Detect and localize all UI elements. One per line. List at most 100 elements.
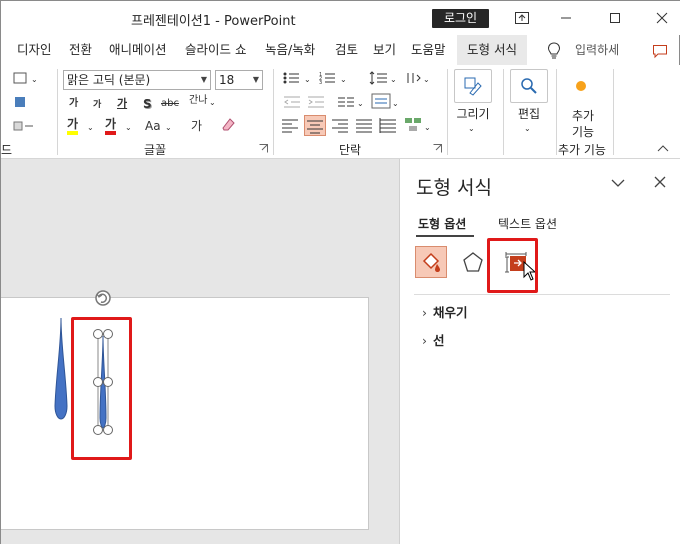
login-button[interactable]: 로그인 — [432, 9, 489, 28]
pane-close-icon[interactable] — [654, 176, 666, 191]
chevron-right-icon: › — [422, 305, 427, 320]
chevron-down-icon[interactable]: ⌄ — [357, 95, 364, 113]
clear-formatting-icon[interactable] — [219, 115, 237, 139]
ribbon-separator — [613, 69, 614, 155]
align-text-icon[interactable] — [371, 93, 391, 115]
fill-section-header[interactable]: › 채우기 — [422, 302, 468, 321]
size-properties-highlight-box — [487, 238, 538, 293]
section-icon[interactable] — [13, 119, 35, 139]
hanja-button[interactable]: 가 — [191, 117, 202, 135]
decrease-indent-icon[interactable] — [283, 95, 301, 115]
font-color-button[interactable]: 가 — [105, 117, 117, 135]
chevron-down-icon[interactable]: ⌄ — [468, 120, 475, 138]
reset-icon[interactable] — [13, 95, 27, 115]
ribbon-separator — [556, 69, 557, 155]
chevron-down-icon[interactable]: ⌄ — [392, 95, 399, 113]
change-case-button[interactable]: Aa — [145, 117, 161, 135]
pane-options-chevron-icon[interactable] — [610, 177, 626, 191]
line-section-label: 선 — [433, 333, 445, 348]
chevron-down-icon[interactable]: ⌄ — [87, 119, 94, 137]
numbering-icon[interactable]: 123 — [319, 71, 339, 91]
ribbon-separator — [503, 69, 504, 155]
minimize-icon[interactable] — [553, 6, 579, 30]
justify-icon[interactable] — [355, 117, 373, 139]
chevron-down-icon[interactable]: ⌄ — [304, 71, 311, 89]
chevron-down-icon[interactable]: ⌄ — [209, 94, 216, 112]
chevron-down-icon: ▼ — [252, 75, 259, 84]
char-spacing-button[interactable]: 간나 — [189, 92, 207, 110]
slide-editing-area — [1, 159, 399, 544]
comment-icon[interactable] — [652, 35, 668, 65]
increase-indent-icon[interactable] — [307, 95, 325, 115]
distributed-icon[interactable] — [379, 117, 397, 139]
tab-animations[interactable]: 애니메이션 — [109, 35, 167, 65]
tab-shape-options[interactable]: 도형 옵션 — [418, 215, 466, 232]
tab-record[interactable]: 녹음/녹화 — [265, 35, 315, 65]
line-spacing-icon[interactable] — [369, 71, 389, 91]
paragraph-group-label: 단락 — [339, 143, 362, 157]
text-direction-icon[interactable] — [405, 71, 423, 91]
align-right-icon[interactable] — [331, 117, 349, 139]
layout-dropdown-icon[interactable]: ⌄ — [31, 71, 38, 89]
svg-text:3: 3 — [319, 80, 322, 85]
align-left-icon[interactable] — [281, 117, 299, 139]
chevron-down-icon[interactable]: ⌄ — [340, 71, 347, 89]
tab-transitions[interactable]: 전환 — [69, 35, 92, 65]
ribbon-separator — [447, 69, 448, 155]
chevron-down-icon[interactable]: ⌄ — [390, 71, 397, 89]
collapse-ribbon-icon[interactable] — [657, 141, 669, 159]
font-dialog-launcher-icon[interactable] — [259, 141, 268, 159]
window-title: 프레젠테이션1 - PowerPoint — [131, 14, 296, 29]
slide-canvas[interactable] — [1, 290, 369, 530]
maximize-icon[interactable] — [602, 6, 628, 30]
ribbon-separator — [57, 69, 58, 155]
active-tab-underline — [416, 235, 474, 237]
shrink-font-button[interactable]: 가 — [93, 96, 101, 114]
font-name-combo[interactable]: 맑은 고딕 (본문) ▼ — [63, 70, 211, 90]
close-window-icon[interactable] — [649, 6, 675, 30]
drawing-button[interactable] — [454, 69, 492, 103]
format-shape-pane: 도형 서식 도형 옵션 텍스트 옵션 › 채우기 › 선 — [399, 159, 680, 544]
font-group-label: 글꼴 — [144, 143, 167, 157]
tab-view[interactable]: 보기 — [373, 35, 396, 65]
teardrop-shape[interactable] — [53, 316, 69, 422]
strikethrough-button[interactable]: abc — [161, 95, 179, 113]
editing-button[interactable] — [510, 69, 548, 103]
tab-design[interactable]: 디자인 — [17, 35, 52, 65]
slides-group-label: 드 — [1, 143, 13, 157]
tab-shape-format[interactable]: 도형 서식 — [457, 35, 527, 65]
ribbon-display-options-icon[interactable] — [509, 6, 535, 30]
smartart-icon[interactable] — [403, 115, 423, 139]
paragraph-dialog-launcher-icon[interactable] — [433, 141, 442, 159]
ribbon: ⌄ 드 맑은 고딕 (본문) ▼ 18 ▼ 가 가 가 S abc 간나 ⌄ 가… — [1, 65, 680, 159]
line-section-header[interactable]: › 선 — [422, 330, 445, 349]
tab-text-options[interactable]: 텍스트 옵션 — [498, 215, 557, 232]
font-size-combo[interactable]: 18 ▼ — [215, 70, 263, 90]
chevron-down-icon[interactable]: ⌄ — [125, 119, 132, 137]
effects-pentagon-icon[interactable] — [462, 251, 484, 276]
columns-icon[interactable] — [337, 95, 355, 115]
chevron-down-icon[interactable]: ⌄ — [165, 119, 172, 137]
bullets-icon[interactable] — [283, 71, 303, 91]
highlight-color-button[interactable]: 가 — [67, 117, 79, 135]
tab-help[interactable]: 도움말 — [411, 35, 446, 65]
font-size-value: 18 — [219, 73, 235, 87]
fill-line-icon[interactable] — [415, 246, 447, 278]
tell-me-search[interactable]: 입력하세 — [575, 35, 619, 65]
chevron-down-icon[interactable]: ⌄ — [524, 120, 531, 138]
tab-review[interactable]: 검토 — [335, 35, 358, 65]
align-center-icon[interactable] — [304, 115, 326, 136]
underline-button[interactable]: 가 — [117, 95, 127, 113]
ribbon-separator — [273, 69, 274, 155]
addins-label-1: 추가 — [571, 109, 595, 123]
chevron-down-icon[interactable]: ⌄ — [424, 119, 431, 137]
tab-slideshow[interactable]: 슬라이드 쇼 — [185, 35, 246, 65]
chevron-down-icon[interactable]: ⌄ — [423, 71, 430, 89]
lightbulb-icon[interactable] — [547, 35, 561, 65]
text-shadow-button[interactable]: S — [143, 95, 152, 113]
addins-icon[interactable] — [574, 79, 588, 99]
new-slide-icon[interactable] — [13, 71, 29, 91]
fill-section-label: 채우기 — [433, 305, 468, 320]
selection-highlight-box — [71, 317, 132, 460]
grow-font-button[interactable]: 가 — [69, 95, 78, 113]
